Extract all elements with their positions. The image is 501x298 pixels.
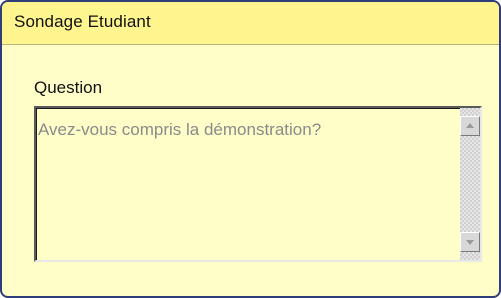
scroll-up-button[interactable] xyxy=(460,116,480,136)
dialog-title: Sondage Etudiant xyxy=(14,12,151,31)
dialog-title-bar: Sondage Etudiant xyxy=(2,2,499,45)
question-label: Question xyxy=(34,78,103,97)
arrow-up-icon xyxy=(466,123,474,128)
question-text: Avez-vous compris la démonstration? xyxy=(38,120,322,139)
survey-dialog: Sondage Etudiant Question Avez-vous comp… xyxy=(0,0,501,298)
scroll-down-button[interactable] xyxy=(460,232,480,252)
question-textarea[interactable]: Avez-vous compris la démonstration? xyxy=(34,106,482,262)
vertical-scrollbar[interactable] xyxy=(460,108,480,260)
arrow-down-icon xyxy=(466,240,474,245)
